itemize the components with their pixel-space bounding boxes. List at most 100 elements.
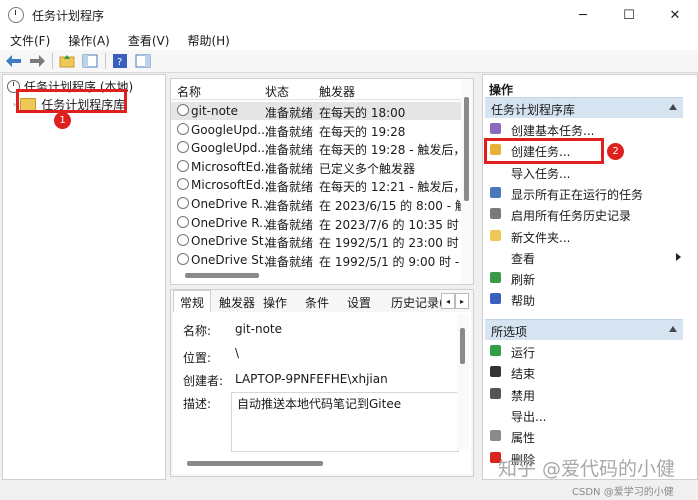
action-item-label: 禁用 bbox=[511, 388, 536, 403]
folder-icon bbox=[490, 229, 501, 241]
detail-hscroll-thumb[interactable] bbox=[187, 461, 323, 466]
section-header-library[interactable]: 任务计划程序库 bbox=[485, 97, 683, 118]
action-item[interactable]: 创建基本任务... bbox=[485, 119, 683, 140]
panel-icon[interactable] bbox=[81, 53, 99, 69]
maximize-button[interactable]: ☐ bbox=[606, 0, 652, 30]
folder-up-icon[interactable] bbox=[58, 53, 76, 69]
task-name: OneDrive R... bbox=[191, 197, 271, 211]
action-item[interactable]: 刷新 bbox=[485, 268, 683, 289]
help-icon[interactable]: ? bbox=[111, 53, 129, 69]
task-row[interactable]: git-note 准备就绪 在每天的 18:00 bbox=[171, 102, 461, 120]
action-item-label: 查看 bbox=[511, 251, 536, 266]
column-trigger[interactable]: 触发器 bbox=[319, 83, 355, 100]
action-item[interactable]: 查看 bbox=[485, 247, 683, 268]
task-row[interactable]: MicrosoftEd... 准备就绪 在每天的 12:21 - 触发后，在 bbox=[171, 176, 473, 194]
column-name[interactable]: 名称 bbox=[177, 83, 201, 100]
window-title: 任务计划程序 bbox=[32, 8, 105, 23]
section-header-selected[interactable]: 所选项 bbox=[485, 319, 683, 340]
step-badge-1: 1 bbox=[54, 112, 71, 129]
action-item-label: 导入任务... bbox=[511, 166, 571, 181]
menu-action[interactable]: 操作(A) bbox=[68, 32, 110, 49]
task-clock-icon bbox=[177, 122, 189, 135]
field-value-author[interactable]: LAPTOP-9PNFEFHE\xhjian bbox=[235, 372, 388, 386]
task-trigger: 在每天的 19:28 bbox=[319, 124, 406, 139]
action-item[interactable]: 帮助 bbox=[485, 289, 683, 310]
task-row[interactable]: MicrosoftEd... 准备就绪 已定义多个触发器 bbox=[171, 158, 461, 176]
menu-view[interactable]: 查看(V) bbox=[128, 32, 170, 49]
action-item-label: 创建基本任务... bbox=[511, 124, 595, 138]
title-bar: 任务计划程序 ─ ☐ ✕ bbox=[0, 0, 698, 30]
tab-general[interactable]: 常规 bbox=[173, 290, 212, 312]
task-name: OneDrive St... bbox=[191, 234, 276, 249]
detail-vscroll[interactable] bbox=[457, 314, 469, 450]
task-row[interactable]: OneDrive R... 准备就绪在 2023/7/6 的 10:35 时 - … bbox=[171, 214, 473, 232]
blank-icon bbox=[490, 251, 501, 262]
action-item[interactable]: 属性 bbox=[485, 426, 683, 447]
task-row[interactable]: OneDrive R... 准备就绪在 2023/6/15 的 8:00 - 触发 bbox=[171, 195, 473, 213]
detail-vscroll-thumb[interactable] bbox=[460, 328, 465, 364]
task-trigger: 在 1992/5/1 的 23:00 时 - 触 bbox=[319, 236, 474, 251]
menu-bar: 文件(F) 操作(A) 查看(V) 帮助(H) bbox=[0, 30, 698, 50]
tab-settings[interactable]: 设置 bbox=[347, 294, 371, 311]
action-item-label: 显示所有正在运行的任务 bbox=[511, 187, 644, 202]
csdn-watermark: CSDN @爱学习的小健 bbox=[572, 487, 674, 498]
task-row[interactable]: OneDrive St... 准备就绪在 1992/5/1 的 23:00 时 -… bbox=[171, 232, 473, 250]
task-scheduler-icon bbox=[8, 7, 24, 23]
field-value-name[interactable]: git-note bbox=[235, 322, 282, 336]
arrow-right-icon[interactable] bbox=[28, 53, 46, 69]
task-name: git-note bbox=[191, 104, 239, 118]
close-button[interactable]: ✕ bbox=[652, 0, 698, 30]
arrow-left-icon[interactable] bbox=[5, 53, 23, 69]
task-name: GoogleUpd... bbox=[191, 141, 269, 156]
action-item[interactable]: 导入任务... bbox=[485, 162, 683, 183]
action-item-label: 运行 bbox=[511, 346, 536, 360]
action-item[interactable]: 显示所有正在运行的任务 bbox=[485, 183, 683, 204]
collapse-up-icon[interactable] bbox=[669, 104, 677, 110]
task-detail-panel: 常规 触发器 操作 条件 设置 历史记录( ◂ ▸ 名称: git-note 位… bbox=[170, 289, 474, 477]
highlight-box-library bbox=[16, 89, 127, 113]
tab-scroll-right-icon[interactable]: ▸ bbox=[455, 293, 469, 309]
running-tasks-icon bbox=[490, 186, 501, 198]
action-item[interactable]: 结束 bbox=[485, 362, 683, 383]
toolbar-separator bbox=[105, 53, 106, 69]
menu-help[interactable]: 帮助(H) bbox=[187, 32, 229, 49]
field-label-name: 名称: bbox=[183, 324, 212, 338]
action-item[interactable]: 运行 bbox=[485, 341, 683, 362]
action-item-label: 刷新 bbox=[511, 273, 536, 288]
actions-pane: 操作 任务计划程序库 创建基本任务... 创建任务... 导入任务... 显示所有正在… bbox=[482, 74, 698, 480]
help-icon bbox=[490, 293, 501, 305]
tab-scroll-left-icon[interactable]: ◂ bbox=[441, 293, 455, 309]
task-row[interactable]: OneDrive St... 准备就绪在 1992/5/1 的 9:00 时 - … bbox=[171, 251, 473, 269]
task-list-hscroll-thumb[interactable] bbox=[185, 273, 259, 278]
column-status[interactable]: 状态 bbox=[265, 83, 289, 100]
task-status: 准备就绪 bbox=[265, 217, 314, 232]
minimize-button[interactable]: ─ bbox=[560, 0, 606, 30]
wizard-icon bbox=[490, 123, 501, 134]
tab-conditions[interactable]: 条件 bbox=[305, 294, 329, 311]
field-value-location[interactable]: \ bbox=[235, 346, 239, 360]
task-list-vscroll-thumb[interactable] bbox=[464, 97, 469, 201]
tab-triggers[interactable]: 触发器 bbox=[219, 294, 255, 311]
action-item[interactable]: 启用所有任务历史记录 bbox=[485, 204, 683, 225]
tab-actions[interactable]: 操作 bbox=[263, 294, 287, 311]
menu-file[interactable]: 文件(F) bbox=[10, 32, 50, 49]
field-label-location: 位置: bbox=[183, 351, 212, 365]
action-item[interactable]: 新文件夹... bbox=[485, 226, 683, 247]
action-item[interactable]: 导出... bbox=[485, 405, 683, 426]
action-item[interactable]: 禁用 bbox=[485, 384, 683, 405]
collapse-up-icon[interactable] bbox=[669, 326, 677, 332]
blank-icon bbox=[490, 409, 501, 420]
task-name: MicrosoftEd... bbox=[191, 178, 273, 193]
tab-history[interactable]: 历史记录( bbox=[391, 294, 444, 311]
task-trigger: 在每天的 12:21 - 触发后，在 bbox=[319, 180, 474, 195]
task-trigger: 已定义多个触发器 bbox=[319, 161, 416, 176]
pane-toggle-icon[interactable] bbox=[134, 53, 152, 69]
task-list-vscroll[interactable] bbox=[461, 79, 473, 284]
task-row[interactable]: GoogleUpd... 准备就绪 在每天的 19:28 - 触发后，在 bbox=[171, 139, 473, 157]
task-row[interactable]: GoogleUpd... 准备就绪 在每天的 19:28 bbox=[171, 121, 461, 139]
description-box[interactable]: 自动推送本地代码笔记到Gitee bbox=[231, 392, 459, 452]
highlight-box-create-task bbox=[484, 138, 604, 164]
stop-icon bbox=[490, 366, 501, 378]
task-trigger: 在 2023/7/6 的 10:35 时 - 触 bbox=[319, 217, 474, 232]
run-icon bbox=[490, 345, 501, 356]
